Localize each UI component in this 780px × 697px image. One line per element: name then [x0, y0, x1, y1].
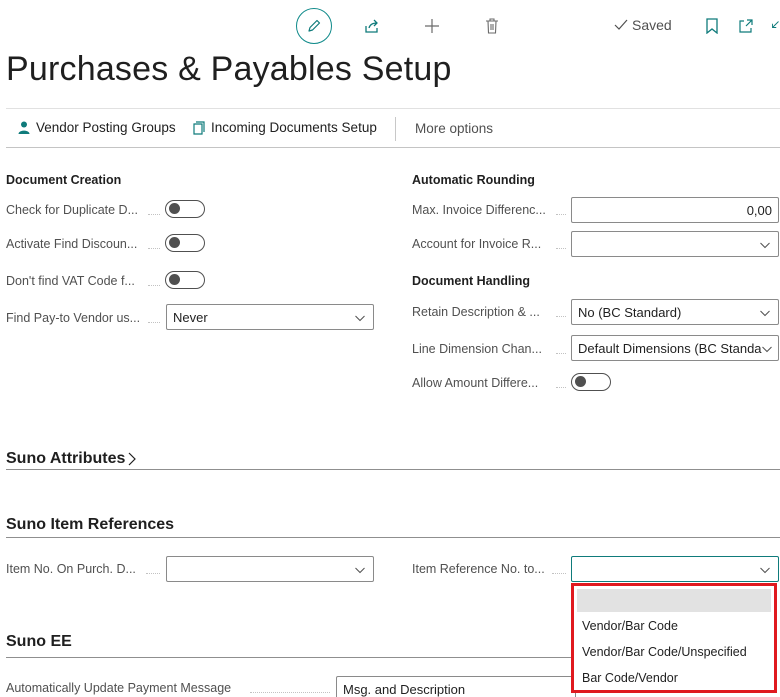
suno-ee-title[interactable]: Suno EE	[6, 633, 72, 651]
allow-amount-difference-toggle[interactable]	[571, 373, 611, 391]
document-icon	[193, 120, 205, 135]
more-options-button[interactable]: More options	[415, 121, 493, 136]
group-title: Suno Attributes	[6, 450, 126, 467]
divider	[395, 117, 396, 141]
field-label: Find Pay-to Vendor us...	[6, 311, 141, 325]
item-reference-no-select[interactable]	[571, 556, 779, 582]
suno-attributes-group[interactable]: Suno Attributes	[6, 450, 137, 468]
select-value: Msg. and Description	[343, 681, 466, 697]
field-label: Item No. On Purch. D...	[6, 562, 136, 576]
divider	[6, 147, 780, 148]
line-dimension-change-select[interactable]: Default Dimensions (BC Standa	[571, 335, 779, 361]
edit-button[interactable]	[296, 8, 332, 44]
delete-icon[interactable]	[480, 14, 504, 38]
document-handling-heading: Document Handling	[412, 274, 531, 288]
select-value: No (BC Standard)	[578, 304, 682, 320]
divider	[556, 387, 566, 388]
toggle-knob	[169, 237, 180, 248]
divider	[6, 469, 780, 470]
divider	[148, 248, 160, 249]
divider	[148, 322, 160, 323]
dropdown-option[interactable]: Vendor/Bar Code/Unspecified	[574, 645, 774, 659]
saved-status: Saved	[614, 17, 672, 33]
dropdown-option[interactable]: Vendor/Bar Code	[574, 619, 774, 633]
divider	[6, 108, 780, 109]
divider	[556, 248, 566, 249]
checkmark-icon	[614, 19, 628, 30]
divider	[556, 353, 566, 354]
divider	[250, 692, 330, 693]
vendor-posting-groups-action[interactable]: Vendor Posting Groups	[18, 120, 176, 135]
field-label: Don't find VAT Code f...	[6, 274, 135, 288]
chevron-down-icon	[760, 310, 770, 317]
field-label: Automatically Update Payment Message	[6, 681, 232, 695]
select-value: Never	[173, 309, 208, 325]
share-icon[interactable]	[360, 14, 384, 38]
bookmark-icon[interactable]	[702, 14, 722, 38]
chevron-down-icon	[760, 567, 770, 574]
automatic-rounding-heading: Automatic Rounding	[412, 173, 535, 187]
divider	[6, 537, 780, 538]
chevron-down-icon	[760, 242, 770, 249]
add-icon[interactable]	[420, 14, 444, 38]
divider	[552, 573, 566, 574]
page-title: Purchases & Payables Setup	[6, 50, 452, 88]
field-label: Line Dimension Chan...	[412, 342, 542, 356]
check-duplicate-toggle[interactable]	[165, 200, 205, 218]
incoming-documents-setup-action[interactable]: Incoming Documents Setup	[193, 120, 377, 135]
suno-item-references-title[interactable]: Suno Item References	[6, 516, 174, 534]
field-label: Item Reference No. to...	[412, 562, 545, 576]
toggle-knob	[169, 274, 180, 285]
account-for-invoice-rounding-select[interactable]	[571, 231, 779, 257]
find-pay-to-vendor-select[interactable]: Never	[166, 304, 374, 330]
retain-description-select[interactable]: No (BC Standard)	[571, 299, 779, 325]
open-new-window-icon[interactable]	[736, 14, 756, 38]
max-invoice-difference-input[interactable]: 0,00	[571, 197, 779, 223]
input-value: 0,00	[746, 202, 772, 218]
field-label: Account for Invoice R...	[412, 237, 542, 251]
auto-update-payment-message-select[interactable]: Msg. and Description	[336, 676, 576, 697]
field-label: Activate Find Discoun...	[6, 237, 138, 251]
activate-find-discount-toggle[interactable]	[165, 234, 205, 252]
person-icon	[18, 121, 30, 134]
field-label: Check for Duplicate D...	[6, 203, 138, 217]
dropdown-option[interactable]: Bar Code/Vendor	[574, 671, 774, 685]
field-label: Allow Amount Differe...	[412, 376, 539, 390]
chevron-right-icon	[128, 452, 137, 466]
chevron-down-icon	[762, 346, 772, 353]
chevron-down-icon	[355, 567, 365, 574]
divider	[556, 316, 566, 317]
dont-find-vat-code-toggle[interactable]	[165, 271, 205, 289]
field-label: Retain Description & ...	[412, 305, 540, 319]
divider	[556, 214, 566, 215]
divider	[146, 573, 160, 574]
divider	[148, 285, 160, 286]
item-reference-dropdown: Vendor/Bar Code Vendor/Bar Code/Unspecif…	[571, 583, 777, 693]
divider	[148, 214, 160, 215]
toggle-knob	[169, 203, 180, 214]
item-no-on-purch-doc-select[interactable]	[166, 556, 374, 582]
chevron-down-icon	[355, 315, 365, 322]
document-creation-heading: Document Creation	[6, 173, 122, 187]
toggle-knob	[575, 376, 586, 387]
saved-label: Saved	[632, 17, 672, 33]
dropdown-option-blank[interactable]	[577, 589, 771, 612]
incoming-documents-setup-label: Incoming Documents Setup	[211, 120, 377, 135]
collapse-icon[interactable]	[768, 14, 780, 38]
divider	[6, 657, 571, 658]
select-value: Default Dimensions (BC Standa	[578, 340, 762, 356]
field-label: Max. Invoice Differenc...	[412, 203, 546, 217]
vendor-posting-groups-label: Vendor Posting Groups	[36, 120, 176, 135]
pencil-icon	[308, 19, 321, 32]
